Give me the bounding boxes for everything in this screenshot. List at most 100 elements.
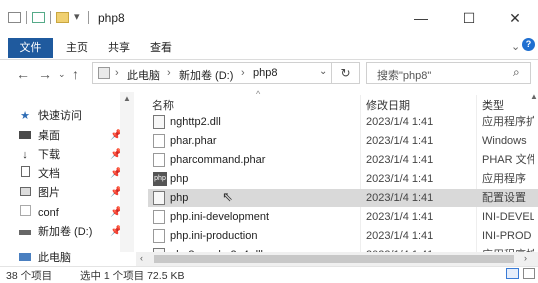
breadcrumb-drive-d[interactable]: 新加卷 (D:)	[179, 67, 233, 83]
breadcrumb-separator: ›	[241, 67, 245, 79]
scroll-thumb[interactable]	[154, 255, 514, 263]
nav-item-drive-d[interactable]: 新加卷 (D:) 📌	[18, 223, 130, 241]
close-button[interactable]: ✕	[492, 6, 538, 30]
breadcrumb-separator: ›	[115, 67, 119, 79]
table-row[interactable]: nghttp2.dll 2023/1/4 1:41 应用程序扩	[148, 113, 538, 131]
file-type: Windows	[482, 135, 527, 147]
drive-icon	[18, 223, 32, 241]
horizontal-scrollbar[interactable]: ‹ ›	[136, 252, 538, 266]
search-icon[interactable]: ⌕	[513, 65, 520, 80]
minimize-button[interactable]: —	[398, 6, 444, 30]
nav-label: 桌面	[38, 130, 60, 142]
tab-view[interactable]: 查看	[150, 38, 172, 58]
forward-icon[interactable]: →	[38, 66, 52, 82]
toolbar-separator	[26, 11, 27, 24]
search-box[interactable]: 搜索"php8" ⌕	[366, 62, 531, 84]
nav-item-desktop[interactable]: 桌面 📌	[18, 127, 130, 145]
star-icon: ★	[20, 110, 30, 122]
settings-file-icon	[153, 191, 165, 205]
refresh-button[interactable]: ↻	[331, 62, 360, 84]
breadcrumb-separator: ›	[167, 67, 171, 79]
breadcrumb-php8[interactable]: php8	[253, 67, 277, 79]
file-date: 2023/1/4 1:41	[366, 173, 434, 185]
file-type: 应用程序	[482, 173, 526, 185]
nav-label: 下载	[38, 149, 60, 161]
selection-info: 选中 1 个项目 72.5 KB	[80, 270, 185, 282]
up-icon[interactable]: ↑	[72, 66, 79, 82]
nav-item-quick-access[interactable]: ★ 快速访问	[18, 107, 82, 125]
file-name: phar.phar	[170, 135, 217, 147]
file-icon	[153, 153, 165, 167]
nav-label: 图片	[38, 187, 60, 199]
ribbon-expand-icon[interactable]: ⌄	[511, 40, 520, 53]
table-row[interactable]: php.ini-development 2023/1/4 1:41 INI-DEVE…	[148, 208, 538, 226]
table-row[interactable]: pharcommand.phar 2023/1/4 1:41 PHAR 文件	[148, 151, 538, 169]
download-icon: ↓	[22, 149, 28, 161]
nav-item-this-pc[interactable]: 此电脑	[18, 249, 71, 267]
php-icon: php	[153, 172, 167, 186]
table-row[interactable]: php php 2023/1/4 1:41 应用程序	[148, 170, 538, 188]
window-title: php8	[98, 11, 125, 25]
desktop-icon	[18, 127, 32, 145]
file-icon	[153, 229, 165, 243]
nav-item-pictures[interactable]: 图片 📌	[18, 184, 130, 202]
file-name: nghttp2.dll	[170, 116, 221, 128]
address-bar[interactable]: › 此电脑 › 新加卷 (D:) › php8 ⌄	[92, 62, 360, 84]
file-date: 2023/1/4 1:41	[366, 116, 434, 128]
column-header-type[interactable]: 类型	[482, 97, 504, 113]
scroll-up-icon[interactable]: ▲	[530, 92, 538, 101]
large-icons-view-icon[interactable]	[523, 268, 535, 279]
file-name: pharcommand.phar	[170, 154, 266, 166]
back-icon[interactable]: ←	[16, 66, 30, 82]
file-type: 配置设置	[482, 192, 526, 204]
table-row[interactable]: php.ini-production 2023/1/4 1:41 INI-PROD	[148, 227, 538, 245]
search-input[interactable]: 搜索"php8"	[377, 67, 431, 83]
nav-item-downloads[interactable]: ↓ 下载 📌	[18, 146, 130, 164]
quick-access-properties-icon[interactable]	[8, 12, 21, 23]
computer-icon	[98, 67, 110, 79]
nav-label: conf	[38, 207, 59, 219]
nav-scrollbar[interactable]: ▲	[120, 92, 134, 252]
tab-home[interactable]: 主页	[66, 38, 88, 58]
column-header-date[interactable]: 修改日期	[366, 97, 410, 113]
nav-label: 文档	[38, 168, 60, 180]
tab-file[interactable]: 文件	[8, 38, 53, 58]
file-date: 2023/1/4 1:41	[366, 135, 434, 147]
toolbar-separator	[50, 11, 51, 24]
nav-label: 快速访问	[38, 110, 82, 122]
table-row[interactable]: php 2023/1/4 1:41 配置设置	[148, 189, 538, 207]
file-icon	[153, 134, 165, 148]
nav-label: 新加卷 (D:)	[38, 226, 93, 238]
quick-access-dropdown-icon[interactable]: ▾	[74, 10, 80, 23]
table-row[interactable]: phar.phar 2023/1/4 1:41 Windows	[148, 132, 538, 150]
column-header-name[interactable]: 名称	[152, 97, 174, 113]
scroll-right-icon[interactable]: ›	[524, 253, 527, 263]
file-icon	[153, 210, 165, 224]
file-name: php	[170, 192, 189, 204]
item-count: 38 个项目	[6, 270, 53, 282]
file-type: INI-PROD	[482, 230, 532, 242]
file-date: 2023/1/4 1:41	[366, 192, 434, 204]
quick-access-folder-icon[interactable]	[56, 12, 69, 23]
file-name: php.ini-production	[170, 230, 258, 242]
breadcrumb-this-pc[interactable]: 此电脑	[127, 67, 160, 83]
tab-share[interactable]: 共享	[108, 38, 130, 58]
maximize-button[interactable]: ☐	[446, 6, 492, 30]
file-name: php	[170, 173, 189, 185]
file-type: PHAR 文件	[482, 154, 534, 166]
scroll-up-icon[interactable]: ▲	[123, 94, 131, 103]
settings-file-icon	[153, 115, 165, 129]
help-icon[interactable]: ?	[522, 38, 535, 51]
sort-ascending-icon: ^	[256, 89, 261, 99]
scroll-left-icon[interactable]: ‹	[140, 253, 143, 263]
nav-label: 此电脑	[38, 252, 71, 264]
address-dropdown-icon[interactable]: ⌄	[319, 66, 327, 77]
file-name: php.ini-development	[170, 211, 270, 223]
details-view-icon[interactable]	[506, 268, 519, 279]
nav-item-documents[interactable]: 文档 📌	[18, 165, 130, 183]
quick-access-check-icon[interactable]	[32, 12, 45, 23]
recent-locations-icon[interactable]: ⌄	[58, 69, 66, 80]
nav-item-conf[interactable]: conf 📌	[18, 204, 130, 222]
folder-icon	[18, 204, 32, 222]
file-type: 应用程序扩	[482, 116, 534, 128]
